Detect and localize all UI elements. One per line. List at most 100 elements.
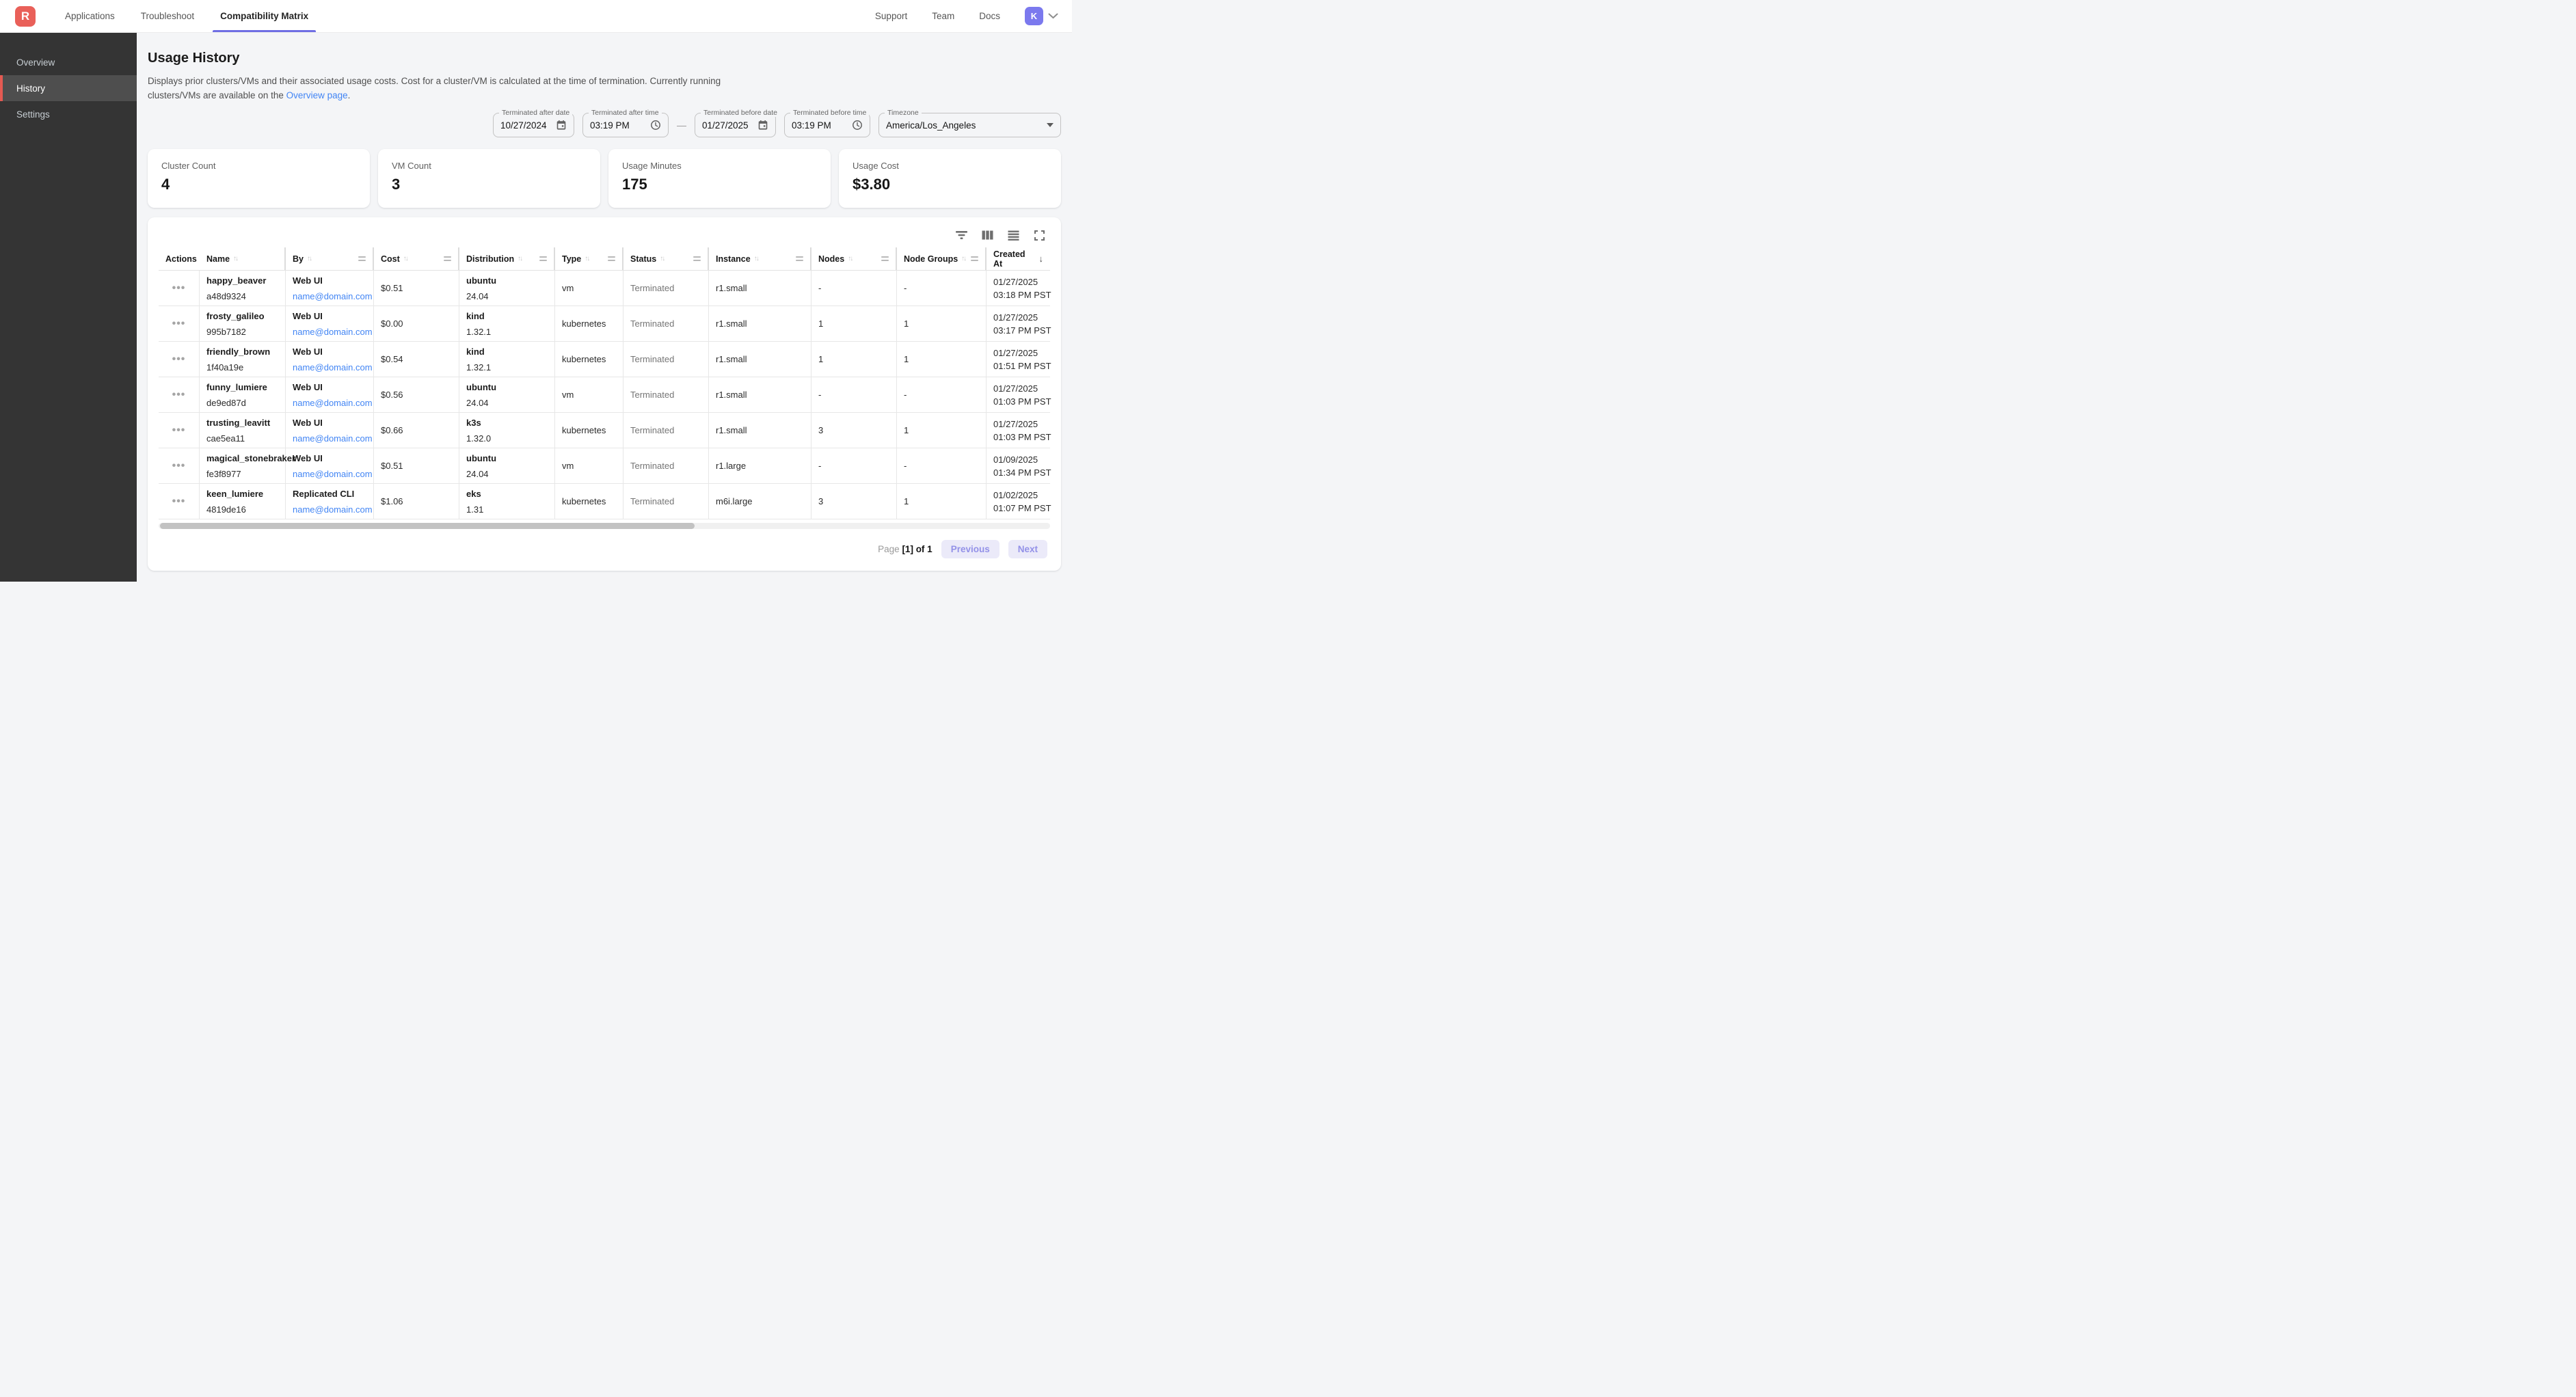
select-caret-icon[interactable] [1047,123,1054,127]
sort-icon[interactable]: ↑↓ [754,256,758,262]
by-cell: Web UI name@domain.com [286,413,374,448]
column-header[interactable]: Node Groups ↑↓ ↓ [897,247,987,270]
created-by-email-link[interactable]: name@domain.com [293,398,366,408]
column-header[interactable]: Nodes ↑↓ ↓ [811,247,897,270]
scrollbar-thumb[interactable] [160,523,695,529]
nav-link-support[interactable]: Support [875,11,907,21]
column-header[interactable]: Instance ↑↓ ↓ [709,247,811,270]
table-row: ••• friendly_brown 1f40a19e Web UI name@… [159,342,1050,377]
row-actions-menu-icon[interactable]: ••• [172,283,186,294]
distribution-version: 24.04 [466,398,548,408]
next-button[interactable]: Next [1008,540,1047,558]
cluster-id: 4819de16 [206,504,278,515]
column-menu-icon[interactable] [440,256,451,262]
fullscreen-icon[interactable] [1031,227,1047,243]
sidebar-item-settings[interactable]: Settings [0,101,137,127]
column-menu-icon[interactable] [792,256,803,262]
page-description-line1: Displays prior clusters/VMs and their as… [148,74,1061,88]
cost-value: $0.51 [381,461,452,471]
column-header[interactable]: Actions ↑↓ ↓ [159,247,200,270]
type-cell: kubernetes [555,306,623,341]
calendar-icon[interactable] [556,120,567,131]
column-header[interactable]: Cost ↑↓ ↓ [374,247,459,270]
column-menu-icon[interactable] [967,256,978,262]
stat-value: $3.80 [853,176,1047,193]
instance-cell: r1.small [709,271,811,306]
cluster-name: funny_lumiere [206,382,278,392]
cost-value: $0.54 [381,354,452,364]
sort-icon[interactable]: ↑↓ [848,256,852,262]
row-actions-menu-icon[interactable]: ••• [172,390,186,401]
nav-link-team[interactable]: Team [932,11,954,21]
column-menu-icon[interactable] [604,256,615,262]
distribution-name: ubuntu [466,382,548,392]
table-row: ••• magical_stonebraker fe3f8977 Web UI … [159,448,1050,484]
column-header[interactable]: Type ↑↓ ↓ [555,247,623,270]
type-value: vm [562,461,616,471]
column-header[interactable]: Created At ↑↓ ↓ [987,247,1050,270]
filter-icon[interactable] [953,227,969,243]
created-by: Web UI [293,453,366,463]
sort-icon[interactable]: ↑↓ [518,256,522,262]
column-label: Name [206,254,230,264]
nav-tab-compatibility-matrix[interactable]: Compatibility Matrix [207,0,321,32]
column-menu-icon[interactable] [354,256,366,262]
column-header[interactable]: By ↑↓ ↓ [286,247,374,270]
nav-link-docs[interactable]: Docs [979,11,1000,21]
sidebar-item-history[interactable]: History [0,75,137,101]
column-header[interactable]: Status ↑↓ ↓ [623,247,709,270]
row-actions-menu-icon[interactable]: ••• [172,354,186,365]
clock-icon[interactable] [650,120,661,131]
instance-cell: r1.small [709,413,811,448]
column-menu-icon[interactable] [689,256,701,262]
overview-page-link[interactable]: Overview page [286,90,348,100]
terminated-before-date-field[interactable]: Terminated before date 01/27/2025 [695,113,776,137]
column-label: By [293,254,304,264]
sort-icon[interactable]: ↑↓ [961,256,965,262]
sort-icon[interactable]: ↑↓ [585,256,589,262]
column-header[interactable]: Distribution ↑↓ ↓ [459,247,555,270]
sidebar-item-overview[interactable]: Overview [0,49,137,75]
sorted-desc-icon[interactable]: ↓ [1039,254,1044,263]
chevron-down-icon[interactable] [1048,13,1058,19]
column-menu-icon[interactable] [877,256,889,262]
created-by-email-link[interactable]: name@domain.com [293,362,366,372]
avatar[interactable]: K [1025,7,1043,25]
usage-table-card: Actions ↑↓ ↓ Name ↑↓ ↓ By ↑↓ ↓ Cost ↑↓ ↓… [148,217,1061,571]
user-menu[interactable]: K [1025,7,1058,25]
created-by-email-link[interactable]: name@domain.com [293,504,366,515]
row-actions-menu-icon[interactable]: ••• [172,318,186,329]
replicated-logo[interactable]: R [15,6,36,27]
nav-tab-applications[interactable]: Applications [52,0,128,32]
sort-icon[interactable]: ↑↓ [403,256,407,262]
clock-icon[interactable] [852,120,863,131]
created-by-email-link[interactable]: name@domain.com [293,469,366,479]
sort-icon[interactable]: ↑↓ [307,256,311,262]
calendar-icon[interactable] [757,120,768,131]
terminated-after-date-field[interactable]: Terminated after date 10/27/2024 [493,113,574,137]
terminated-before-time-field[interactable]: Terminated before time 03:19 PM [784,113,870,137]
column-menu-icon[interactable] [535,256,547,262]
nav-tab-label: Troubleshoot [141,11,194,21]
terminated-after-time-field[interactable]: Terminated after time 03:19 PM [582,113,669,137]
created-by-email-link[interactable]: name@domain.com [293,291,366,301]
horizontal-scrollbar[interactable] [159,523,1050,529]
created-by: Web UI [293,418,366,428]
main-content: Usage History Displays prior clusters/VM… [137,33,1072,582]
sort-icon[interactable]: ↑↓ [233,256,237,262]
column-header[interactable]: Name ↑↓ ↓ [200,247,286,270]
row-actions-menu-icon[interactable]: ••• [172,496,186,507]
nav-tab-troubleshoot[interactable]: Troubleshoot [128,0,207,32]
nav-tabs: Applications Troubleshoot Compatibility … [52,0,321,32]
density-icon[interactable] [1005,227,1021,243]
previous-button[interactable]: Previous [941,540,999,558]
columns-icon[interactable] [979,227,995,243]
created-by-email-link[interactable]: name@domain.com [293,327,366,337]
sidebar-item-label: Settings [16,109,50,120]
nodes-value: 1 [818,354,889,364]
sort-icon[interactable]: ↑↓ [660,256,664,262]
timezone-select[interactable]: Timezone America/Los_Angeles [878,113,1061,137]
row-actions-menu-icon[interactable]: ••• [172,425,186,436]
row-actions-menu-icon[interactable]: ••• [172,461,186,472]
created-by-email-link[interactable]: name@domain.com [293,433,366,444]
